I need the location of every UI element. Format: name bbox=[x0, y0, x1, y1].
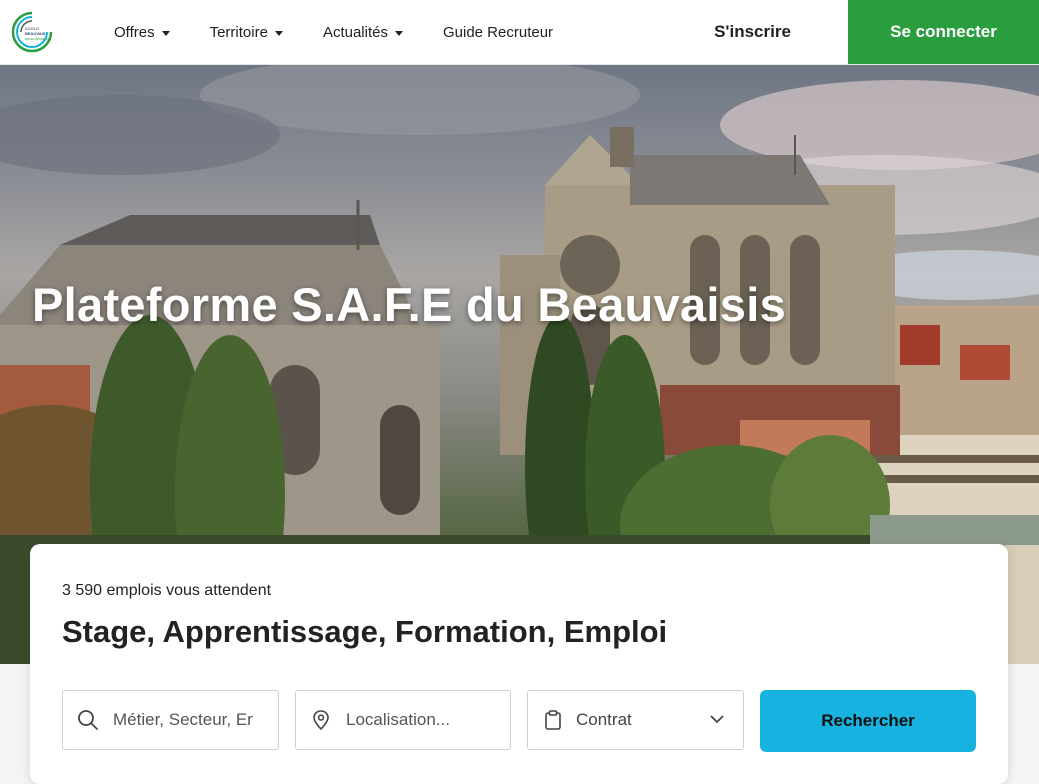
clipboard-icon bbox=[545, 710, 561, 730]
contract-select[interactable]: Contrat bbox=[527, 690, 744, 750]
job-search-field[interactable] bbox=[62, 690, 279, 750]
agglo-beauvais-logo[interactable]: AGGLO BEAUVAIS DÉVELOPPEMENT bbox=[10, 10, 54, 54]
jobs-count-text: 3 590 emplois vous attendent bbox=[62, 582, 272, 599]
menu-offres-label: Offres bbox=[114, 23, 155, 41]
menu-guide-recruteur-label: Guide Recruteur bbox=[442, 23, 554, 41]
chevron-down-icon bbox=[710, 715, 724, 724]
logo-line-3: DÉVELOPPEMENT bbox=[25, 36, 52, 41]
caret-down-icon bbox=[274, 30, 283, 36]
caret-down-icon bbox=[161, 30, 170, 36]
contract-select-value: Contrat bbox=[576, 710, 632, 729]
signup-link[interactable]: S'inscrire bbox=[700, 0, 805, 64]
menu-actualites[interactable]: Actualités bbox=[323, 24, 403, 41]
location-input[interactable] bbox=[344, 709, 488, 731]
main-menu: Offres Territoire Actualités Guide Recru… bbox=[114, 0, 593, 64]
location-pin-icon bbox=[313, 710, 329, 731]
search-icon bbox=[78, 710, 98, 730]
caret-down-icon bbox=[394, 30, 403, 36]
menu-actualites-label: Actualités bbox=[322, 23, 388, 41]
search-card-title: Stage, Apprentissage, Formation, Emploi bbox=[62, 614, 668, 649]
menu-territoire-label: Territoire bbox=[209, 23, 268, 41]
search-button[interactable]: Rechercher bbox=[760, 690, 976, 752]
login-button[interactable]: Se connecter bbox=[848, 0, 1039, 64]
menu-offres[interactable]: Offres bbox=[114, 24, 170, 41]
hero-title: Plateforme S.A.F.E du Beauvaisis bbox=[32, 278, 787, 331]
location-field[interactable] bbox=[295, 690, 511, 750]
top-navbar: AGGLO BEAUVAIS DÉVELOPPEMENT Offres Terr… bbox=[0, 0, 1039, 65]
logo-line-2: BEAUVAIS bbox=[25, 31, 46, 36]
menu-guide-recruteur[interactable]: Guide Recruteur bbox=[443, 24, 553, 41]
search-card: 3 590 emplois vous attendent Stage, Appr… bbox=[30, 544, 1008, 784]
job-search-input[interactable] bbox=[111, 709, 255, 731]
menu-territoire[interactable]: Territoire bbox=[210, 24, 283, 41]
